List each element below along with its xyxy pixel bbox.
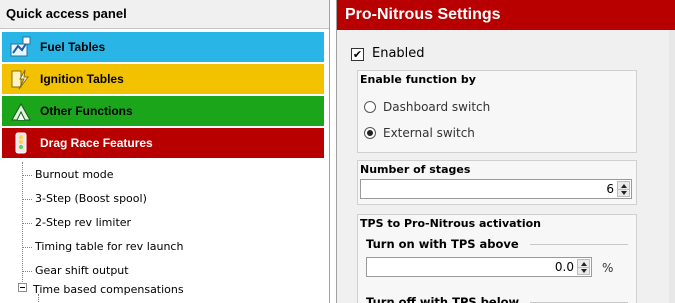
quick-access-panel: Quick access panel Fuel Tables Ignition … bbox=[0, 0, 330, 303]
category-ignition-tables[interactable]: Ignition Tables bbox=[2, 64, 324, 94]
stages-spinner[interactable]: 6 bbox=[360, 179, 632, 199]
turn-on-tps-spinner[interactable]: 0.0 bbox=[366, 257, 592, 277]
spin-up-icon[interactable] bbox=[621, 184, 627, 188]
category-label: Other Functions bbox=[40, 104, 133, 118]
turn-off-label: Turn off with TPS below bbox=[366, 295, 520, 303]
turn-on-value: 0.0 bbox=[554, 260, 574, 274]
category-drag-race-features[interactable]: Drag Race Features bbox=[2, 128, 324, 158]
group-title: TPS to Pro-Nitrous activation bbox=[360, 217, 541, 230]
category-label: Drag Race Features bbox=[40, 136, 153, 150]
quick-access-header: Quick access panel bbox=[0, 0, 329, 29]
settings-panel: Pro-Nitrous Settings ✔ Enabled Enable fu… bbox=[336, 0, 675, 303]
unit-label: % bbox=[602, 261, 614, 275]
number-of-stages-group: Number of stages 6 bbox=[357, 160, 637, 205]
category-label: Ignition Tables bbox=[40, 72, 124, 86]
stages-value: 6 bbox=[606, 182, 614, 196]
drag-race-icon bbox=[10, 132, 32, 154]
scrollbar[interactable] bbox=[669, 30, 675, 303]
spin-buttons[interactable] bbox=[577, 259, 590, 275]
category-other-functions[interactable]: Other Functions bbox=[2, 96, 324, 126]
radio-dashboard-switch[interactable] bbox=[364, 101, 376, 113]
radio-label: Dashboard switch bbox=[383, 100, 491, 114]
tps-activation-group: TPS to Pro-Nitrous activation Turn on wi… bbox=[357, 214, 637, 303]
functions-icon bbox=[10, 100, 32, 122]
collapse-icon[interactable] bbox=[18, 283, 27, 292]
spin-up-icon[interactable] bbox=[581, 262, 587, 266]
enabled-checkbox[interactable]: ✔ bbox=[351, 48, 364, 61]
page-title: Pro-Nitrous Settings bbox=[337, 0, 675, 30]
enabled-label: Enabled bbox=[372, 46, 425, 61]
fuel-table-icon bbox=[10, 36, 32, 58]
category-label: Fuel Tables bbox=[40, 40, 106, 54]
radio-external-switch[interactable] bbox=[364, 127, 376, 139]
group-title: Number of stages bbox=[360, 163, 471, 176]
tree-connector bbox=[38, 294, 39, 303]
spin-buttons[interactable] bbox=[617, 181, 630, 197]
radio-label: External switch bbox=[383, 126, 475, 140]
enable-function-group: Enable function by Dashboard switch Exte… bbox=[357, 70, 637, 153]
settings-body: ✔ Enabled Enable function by Dashboard s… bbox=[337, 30, 675, 303]
group-title: Enable function by bbox=[360, 73, 476, 86]
spin-down-icon[interactable] bbox=[581, 269, 587, 273]
category-fuel-tables[interactable]: Fuel Tables bbox=[2, 32, 324, 62]
ignition-icon bbox=[10, 68, 32, 90]
spin-down-icon[interactable] bbox=[621, 191, 627, 195]
turn-on-label: Turn on with TPS above bbox=[366, 237, 519, 251]
